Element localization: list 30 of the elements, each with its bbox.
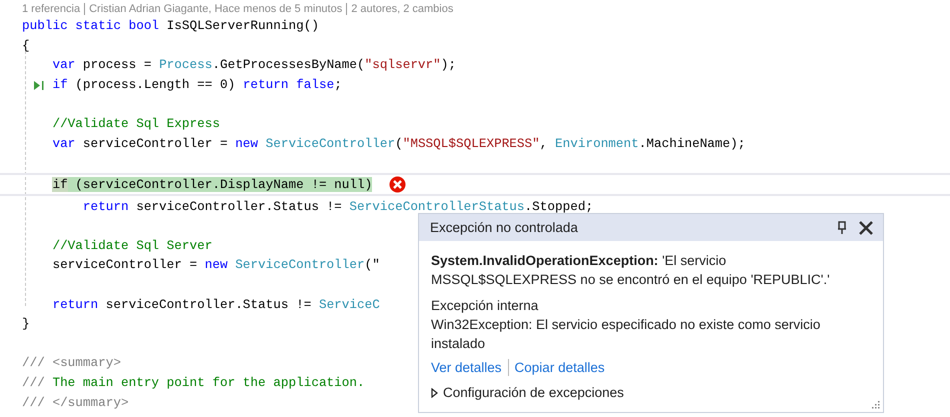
pin-icon[interactable] [837, 220, 847, 234]
exception-message: System.InvalidOperationException: 'El servicio MSSQL$SQLEXPRESS no se encontró en el equipo 'REPUBLIC'.' [431, 252, 831, 289]
code-line: /// </summary> [22, 394, 129, 410]
code-line: //Validate Sql Server [52, 238, 212, 253]
details-link[interactable]: Copiar detalles [514, 358, 605, 377]
resize-grip-icon[interactable] [871, 400, 880, 409]
code-line: public static bool IsSQLServerRunning() [22, 18, 319, 34]
codelens-item[interactable]: 1 referencia [22, 3, 80, 15]
close-icon[interactable] [859, 220, 873, 234]
code-line: return serviceController.Status != ServiceC [52, 296, 380, 312]
code-line: return serviceController.Status != ServiceControllerStatus.Stopped; [82, 198, 594, 214]
code-line: //Validate Sql Express [52, 116, 220, 132]
code-line: if (process.Length == 0) return false; [52, 77, 342, 92]
code-line: if (serviceController.DisplayName != null) [52, 177, 372, 192]
code-line: serviceController = new ServiceController(" [52, 257, 380, 272]
run-to-click-icon[interactable] [33, 80, 45, 91]
codelens-item[interactable]: Cristian Adrian Giagante, Hace menos de 5 minutos [89, 3, 342, 15]
code-line: /// <summary> [22, 355, 121, 370]
expander-icon [431, 388, 438, 398]
code-line: } [22, 316, 30, 332]
popup-title: Excepción no controlada [430, 220, 579, 235]
details-link[interactable]: Ver detalles [431, 358, 502, 377]
inner-exception-label: Excepción interna [431, 297, 540, 315]
code-line: { [22, 38, 30, 53]
code-line: var process = Process.GetProcessesByName("sqlservr"); [52, 57, 456, 72]
code-line: var serviceController = new ServiceController("MSSQL$SQLEXPRESS", Environment.MachineName); [52, 136, 746, 151]
exception-settings-toggle[interactable]: Configuración de excepciones [431, 383, 871, 402]
inner-exception-message: Win32Exception: El servicio especificado no existe como servicio instalado [431, 316, 822, 353]
codelens-item[interactable]: 2 autores, 2 cambios [351, 3, 454, 15]
code-line: /// The main entry point for the application. [22, 374, 365, 390]
